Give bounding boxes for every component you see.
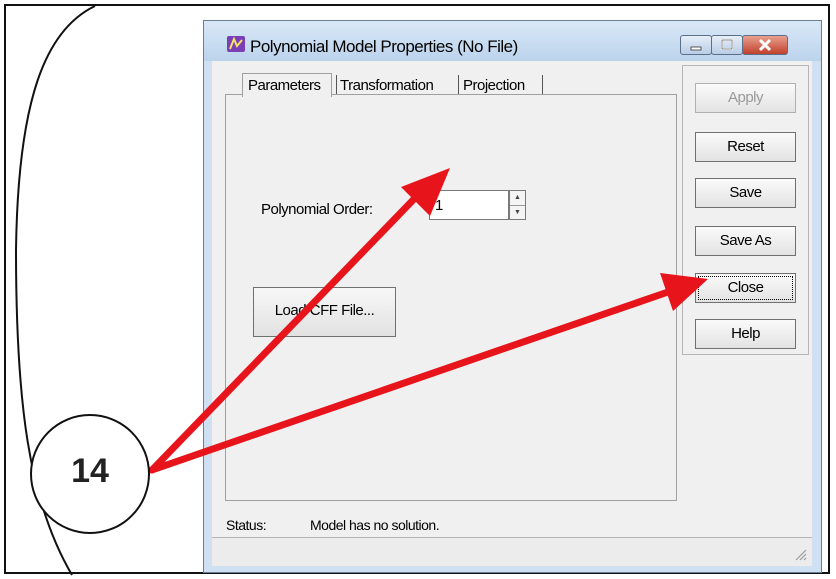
tab-divider	[336, 75, 337, 95]
tab-parameters[interactable]: Parameters	[242, 73, 332, 97]
close-window-button[interactable]	[742, 35, 788, 55]
step-number: 14	[71, 452, 109, 490]
load-cff-file-button[interactable]: Load CFF File...	[253, 287, 396, 337]
tab-divider	[458, 75, 459, 95]
status-text: Model has no solution.	[310, 517, 440, 533]
resize-grip-icon[interactable]	[792, 546, 808, 562]
polynomial-order-spinner[interactable]: ▲ ▼	[509, 190, 526, 220]
help-button[interactable]: Help	[695, 319, 796, 349]
action-buttons-panel: Apply Reset Save Save As Close Help	[682, 65, 809, 355]
reset-button[interactable]: Reset	[695, 132, 796, 162]
maximize-icon	[721, 39, 733, 50]
maximize-button[interactable]	[711, 35, 743, 55]
close-icon	[758, 38, 772, 52]
minimize-icon	[690, 46, 702, 51]
dialog-window: Polynomial Model Properties (No File) Pa…	[203, 20, 822, 573]
close-button[interactable]: Close	[695, 273, 796, 303]
spin-down-icon[interactable]: ▼	[510, 206, 525, 220]
save-button[interactable]: Save	[695, 178, 796, 208]
polynomial-order-label: Polynomial Order:	[261, 201, 373, 218]
spin-up-icon[interactable]: ▲	[510, 191, 525, 206]
tab-divider	[542, 75, 543, 95]
apply-button[interactable]: Apply	[695, 83, 796, 113]
window-title: Polynomial Model Properties (No File)	[250, 37, 518, 56]
minimize-button[interactable]	[680, 35, 712, 55]
status-bar	[212, 537, 812, 566]
app-icon	[227, 36, 245, 52]
polynomial-order-input[interactable]	[429, 190, 509, 220]
save-as-button[interactable]: Save As	[695, 226, 796, 256]
parameters-panel: Polynomial Order: ▲ ▼ Load CFF File...	[225, 94, 677, 501]
title-bar[interactable]: Polynomial Model Properties (No File)	[204, 21, 821, 61]
status-label: Status:	[226, 517, 267, 533]
dialog-client-area: Parameters Transformation Projection Pol…	[212, 61, 812, 566]
step-callout: 14	[30, 414, 150, 534]
